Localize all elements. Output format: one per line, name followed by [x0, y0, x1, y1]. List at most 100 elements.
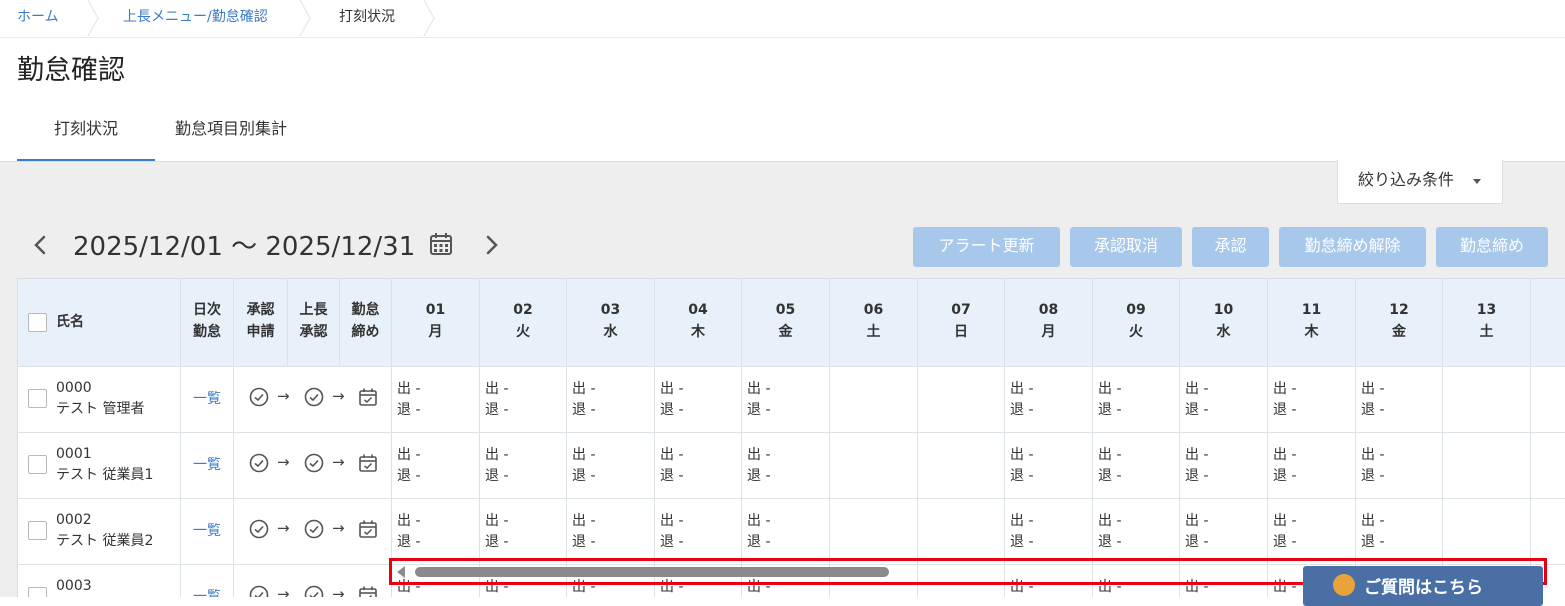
approval-flow-cell: → →	[234, 565, 392, 597]
day-cell	[1443, 499, 1531, 565]
clock-out-value: 退 -	[747, 402, 771, 418]
approval-flow: → →	[234, 519, 392, 541]
day-cell: 出 - 退 -	[567, 433, 655, 499]
clock-in-value: 出 -	[660, 513, 684, 529]
header-day: 10 水	[1180, 279, 1268, 367]
clock-out-value: 退 -	[1273, 534, 1297, 550]
daily-list-cell: 一覧	[181, 433, 234, 499]
header-daily-line2: 勤怠	[193, 324, 221, 340]
employee-code: 0003	[56, 578, 92, 594]
clock-out-value: 退 -	[397, 534, 421, 550]
day-cell	[1443, 433, 1531, 499]
header-manager-approval-line1: 上長	[299, 302, 328, 318]
header-daily: 日次 勤怠	[181, 279, 234, 367]
header-day-number: 03	[600, 302, 621, 318]
header-day-weekday: 土	[866, 324, 881, 340]
row-checkbox[interactable]	[28, 455, 47, 474]
clock-in-value: 出 -	[1185, 381, 1209, 397]
daily-list-link[interactable]: 一覧	[181, 388, 233, 408]
header-day-weekday: 水	[1216, 324, 1231, 340]
day-cell: 出 - 退 -	[480, 367, 567, 433]
header-day-number: 06	[863, 302, 884, 318]
closing-release-button[interactable]: 勤怠締め解除	[1279, 227, 1426, 267]
day-cell: 出 - 退 -	[1005, 367, 1093, 433]
clock-in-value: 出 -	[1098, 447, 1122, 463]
breadcrumb-home-link[interactable]: ホーム	[17, 0, 59, 36]
day-cell: 出 - 退 -	[392, 367, 480, 433]
row-checkbox[interactable]	[28, 389, 47, 408]
day-cell	[830, 367, 918, 433]
header-day-number: 08	[1038, 302, 1059, 318]
day-cell	[830, 433, 918, 499]
clock-out-value: 退 -	[1361, 402, 1385, 418]
day-cell: 出 - 退 -	[1180, 367, 1268, 433]
header-closing-line2: 締め	[351, 324, 380, 340]
day-cell: 出 - 退 -	[567, 499, 655, 565]
scrollbar-thumb[interactable]	[415, 567, 889, 577]
check-circle-icon	[304, 453, 324, 473]
daily-list-link[interactable]: 一覧	[181, 454, 233, 474]
approval-flow: → →	[234, 585, 392, 597]
day-cell: 出 - 退 -	[742, 499, 830, 565]
day-cell: 出 - 退 -	[1356, 367, 1443, 433]
check-circle-icon	[249, 519, 269, 539]
clock-out-value: 退 -	[1185, 402, 1209, 418]
clock-out-value: 退 -	[397, 402, 421, 418]
employee-name: テスト 従業員1	[56, 467, 154, 483]
row-checkbox[interactable]	[28, 521, 47, 540]
calendar-icon[interactable]	[429, 232, 453, 256]
daily-list-link[interactable]: 一覧	[181, 520, 233, 540]
tab-clock-status[interactable]: 打刻状況	[17, 100, 155, 161]
employee-name: テスト 管理者	[56, 401, 145, 417]
row-checkbox[interactable]	[28, 587, 47, 597]
day-cell-partial	[1531, 367, 1565, 433]
calendar-check-icon	[358, 519, 378, 539]
clock-in-value: 出 -	[1361, 513, 1385, 529]
daily-list-link[interactable]: 一覧	[181, 586, 233, 597]
chevron-left-icon[interactable]	[28, 232, 52, 258]
approval-flow-cell: → →	[234, 433, 392, 499]
employee-name-cell: 0003	[18, 565, 181, 597]
header-day: 13 土	[1443, 279, 1531, 367]
filter-conditions-button[interactable]: 絞り込み条件	[1337, 160, 1503, 204]
breadcrumb-separator-icon	[87, 0, 99, 36]
header-manager-approval-line2: 承認	[299, 324, 328, 340]
clock-out-value: 退 -	[1185, 534, 1209, 550]
clock-out-value: 退 -	[1098, 534, 1122, 550]
select-all-checkbox[interactable]	[28, 313, 47, 332]
clock-in-value: 出 -	[397, 447, 421, 463]
tab-attendance-summary[interactable]: 勤怠項目別集計	[155, 100, 307, 161]
clock-out-value: 退 -	[1361, 468, 1385, 484]
header-day: 12 金	[1356, 279, 1443, 367]
clock-in-value: 出 -	[1010, 447, 1034, 463]
filter-conditions-label: 絞り込み条件	[1358, 170, 1455, 189]
scroll-left-arrow-icon[interactable]	[397, 566, 405, 578]
header-day-number: 12	[1389, 302, 1409, 318]
day-cell: 出 - 退 -	[1268, 367, 1356, 433]
header-day: 11 木	[1268, 279, 1356, 367]
header-day-partial	[1531, 279, 1565, 367]
alert-update-button[interactable]: アラート更新	[913, 227, 1060, 267]
breadcrumb-manager-menu-link[interactable]: 上長メニュー/勤怠確認	[123, 0, 268, 36]
daily-list-cell: 一覧	[181, 565, 234, 597]
day-cell: 出 - 退 -	[1268, 433, 1356, 499]
close-attendance-button[interactable]: 勤怠締め	[1436, 227, 1548, 267]
clock-out-value: 退 -	[747, 468, 771, 484]
help-button[interactable]: ご質問はこちら	[1303, 566, 1543, 606]
day-cell: 出 - 退 -	[1093, 433, 1180, 499]
approve-button[interactable]: 承認	[1192, 227, 1269, 267]
daily-list-cell: 一覧	[181, 499, 234, 565]
header-day-number: 07	[951, 302, 971, 318]
clock-in-value: 出 -	[1273, 381, 1297, 397]
clock-out-value: 退 -	[1010, 402, 1034, 418]
day-cell	[918, 433, 1005, 499]
header-day: 06 土	[830, 279, 918, 367]
check-circle-icon	[304, 519, 324, 539]
breadcrumb: ホーム 上長メニュー/勤怠確認 打刻状況	[0, 0, 1565, 38]
approval-flow: → →	[234, 387, 392, 409]
approval-cancel-button[interactable]: 承認取消	[1070, 227, 1182, 267]
clock-out-value: 退 -	[1010, 534, 1034, 550]
chevron-right-icon[interactable]	[480, 232, 504, 258]
clock-in-value: 出 -	[747, 381, 771, 397]
day-cell: 出 - 退 -	[1005, 499, 1093, 565]
